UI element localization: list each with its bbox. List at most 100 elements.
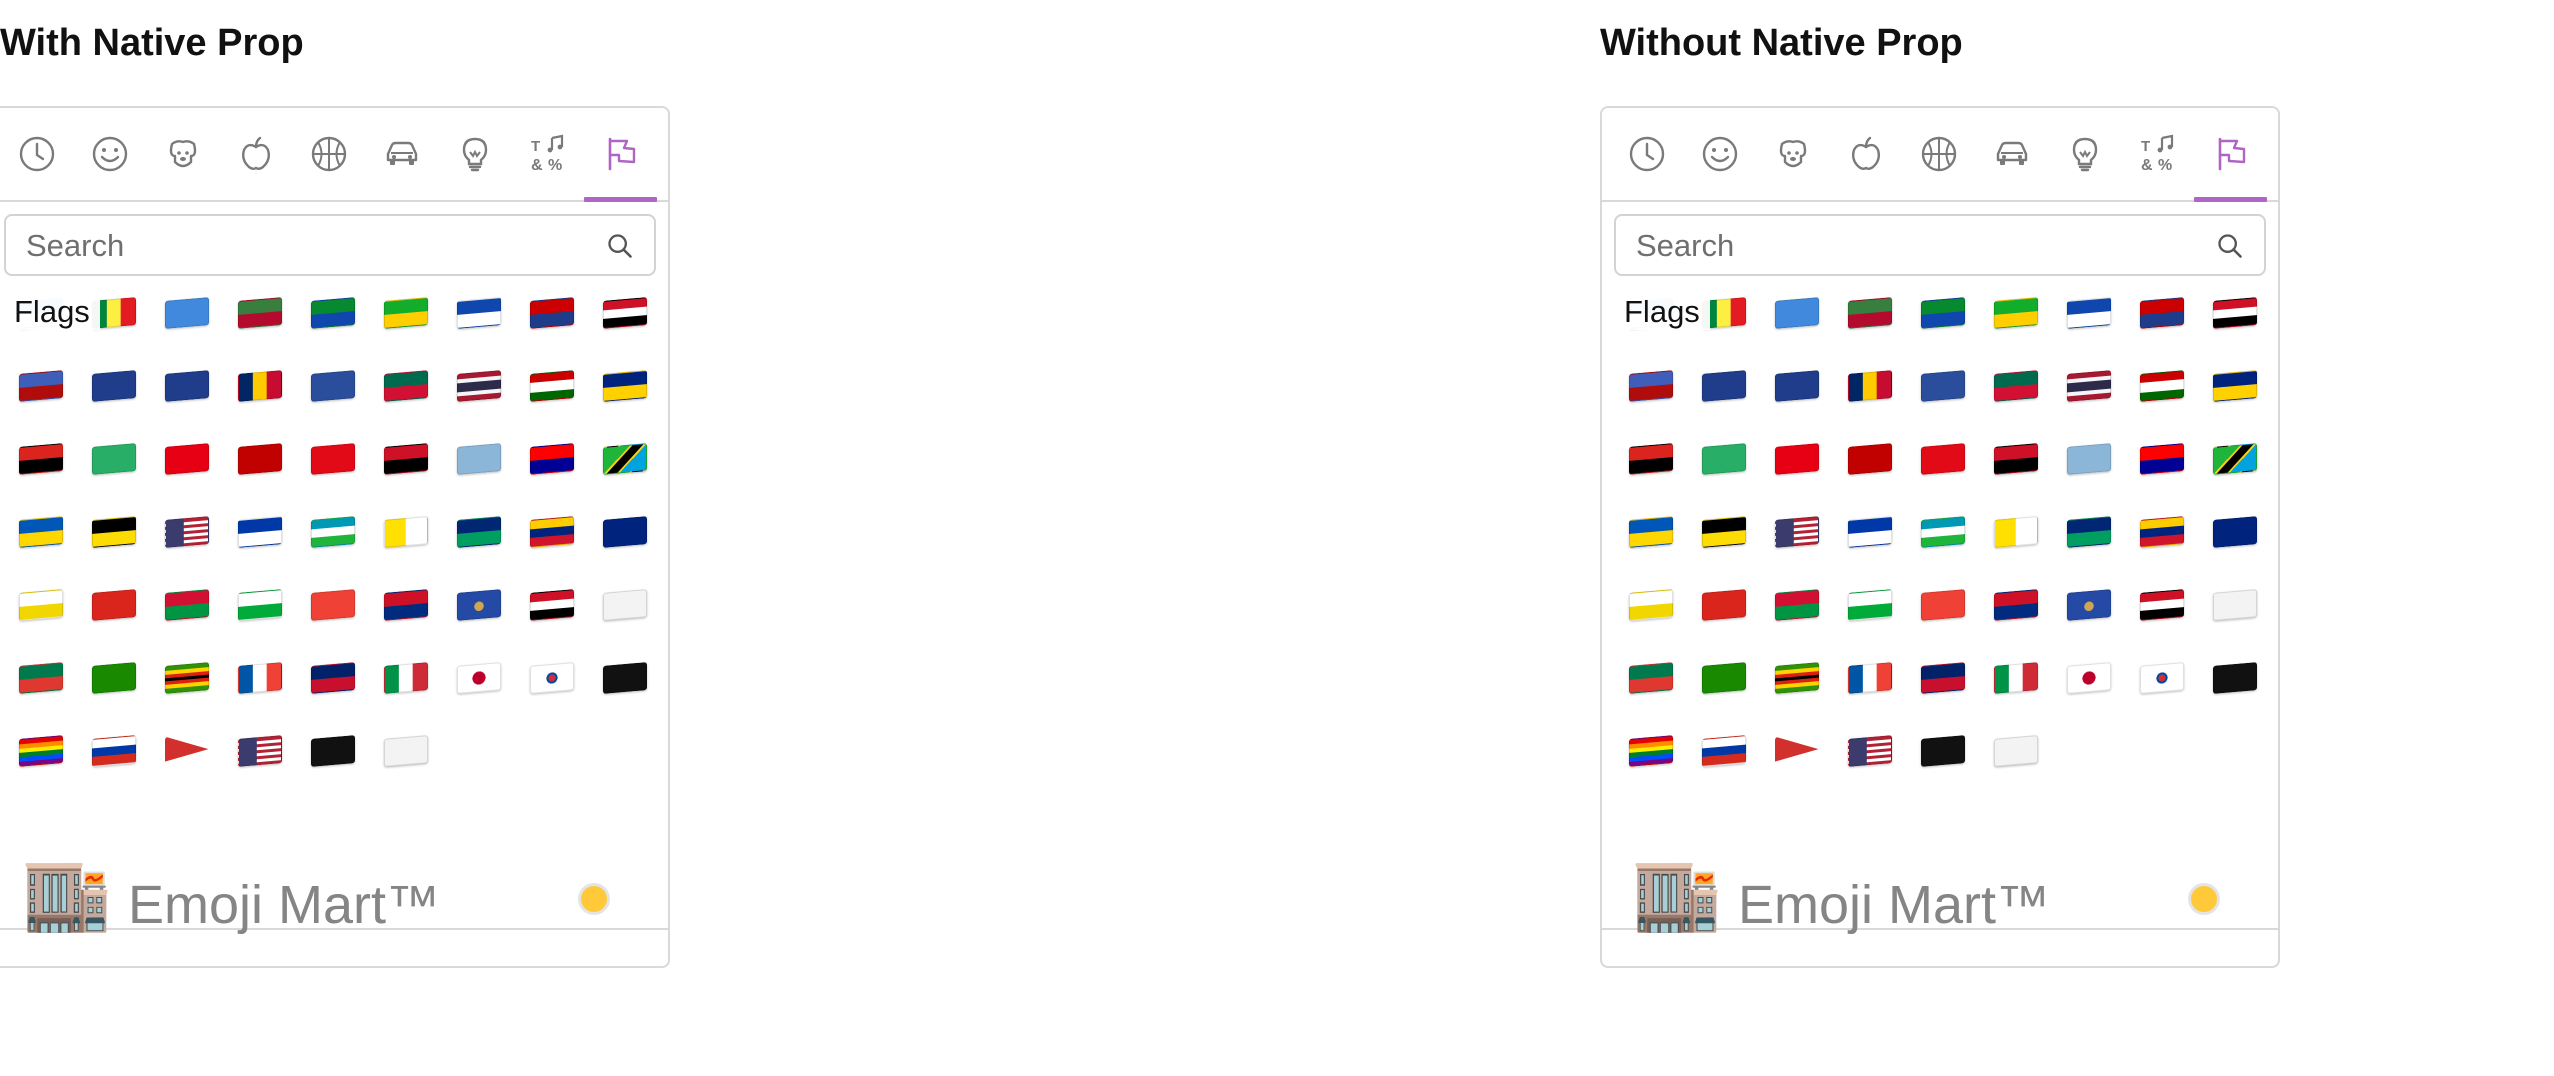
emoji-flag[interactable]: [150, 349, 223, 422]
emoji-flag[interactable]: [442, 495, 515, 568]
anchor-symbols[interactable]: T &%: [511, 108, 584, 200]
emoji-flag[interactable]: [1906, 714, 1979, 787]
emoji-flag[interactable]: [1833, 422, 1906, 495]
emoji-flag[interactable]: [1614, 568, 1687, 641]
emoji-flag[interactable]: [1687, 495, 1760, 568]
emoji-flag[interactable]: [2052, 568, 2125, 641]
emoji-flag[interactable]: [515, 495, 588, 568]
emoji-flag[interactable]: [1979, 714, 2052, 787]
emoji-flag[interactable]: [77, 495, 150, 568]
emoji-flag[interactable]: [4, 641, 77, 714]
anchor-recent[interactable]: [0, 108, 73, 200]
emoji-flag[interactable]: [2125, 288, 2198, 349]
emoji-flag[interactable]: [1979, 495, 2052, 568]
anchor-activity[interactable]: [1902, 108, 1975, 200]
emoji-flag[interactable]: [296, 422, 369, 495]
emoji-flag[interactable]: [588, 495, 661, 568]
anchor-places[interactable]: [365, 108, 438, 200]
emoji-flag[interactable]: [1833, 288, 1906, 349]
emoji-flag[interactable]: [1979, 641, 2052, 714]
emoji-flag[interactable]: [223, 641, 296, 714]
emoji-flag[interactable]: [1760, 495, 1833, 568]
emoji-flag[interactable]: [2052, 349, 2125, 422]
anchor-foods[interactable]: [219, 108, 292, 200]
emoji-flag[interactable]: [150, 714, 223, 787]
emoji-flag[interactable]: [2125, 495, 2198, 568]
emoji-flag[interactable]: [369, 495, 442, 568]
emoji-flag[interactable]: [1979, 568, 2052, 641]
emoji-flag[interactable]: [1833, 568, 1906, 641]
skin-tone-button[interactable]: [2188, 883, 2220, 915]
emoji-flag[interactable]: [2125, 349, 2198, 422]
emoji-flag[interactable]: [1614, 714, 1687, 787]
emoji-flag[interactable]: [1614, 349, 1687, 422]
emoji-flag[interactable]: [1687, 641, 1760, 714]
emoji-flag[interactable]: [588, 641, 661, 714]
emoji-flag[interactable]: [2052, 422, 2125, 495]
emoji-flag[interactable]: [296, 714, 369, 787]
emoji-flag[interactable]: [1906, 349, 1979, 422]
emoji-flag[interactable]: [2198, 641, 2271, 714]
anchor-recent[interactable]: [1610, 108, 1683, 200]
emoji-flag[interactable]: [296, 349, 369, 422]
emoji-flag[interactable]: [4, 714, 77, 787]
emoji-flag[interactable]: [1833, 714, 1906, 787]
emoji-flag[interactable]: [1906, 568, 1979, 641]
emoji-flag[interactable]: [150, 495, 223, 568]
emoji-flag[interactable]: [1906, 641, 1979, 714]
emoji-flag[interactable]: [442, 349, 515, 422]
emoji-flag[interactable]: [1979, 422, 2052, 495]
emoji-flag[interactable]: [442, 641, 515, 714]
emoji-flag[interactable]: [2198, 288, 2271, 349]
emoji-flag[interactable]: [1906, 422, 1979, 495]
emoji-flag[interactable]: [2198, 422, 2271, 495]
emoji-flag[interactable]: [1687, 349, 1760, 422]
emoji-flag[interactable]: [588, 422, 661, 495]
emoji-flag[interactable]: [369, 714, 442, 787]
emoji-flag[interactable]: [442, 568, 515, 641]
emoji-flag[interactable]: [223, 422, 296, 495]
anchor-objects[interactable]: [2048, 108, 2121, 200]
emoji-flag[interactable]: [515, 349, 588, 422]
emoji-flag[interactable]: [77, 641, 150, 714]
emoji-flag[interactable]: [2198, 495, 2271, 568]
emoji-flag[interactable]: [588, 349, 661, 422]
emoji-flag[interactable]: [515, 288, 588, 349]
emoji-flag[interactable]: [1833, 495, 1906, 568]
emoji-flag[interactable]: [515, 641, 588, 714]
emoji-flag[interactable]: [296, 641, 369, 714]
emoji-flag[interactable]: [588, 568, 661, 641]
anchor-people[interactable]: [1683, 108, 1756, 200]
emoji-flag[interactable]: [4, 422, 77, 495]
emoji-flag[interactable]: [4, 349, 77, 422]
emoji-flag[interactable]: [369, 349, 442, 422]
skin-tone-button[interactable]: [578, 883, 610, 915]
emoji-flag[interactable]: [77, 349, 150, 422]
emoji-flag[interactable]: [1614, 641, 1687, 714]
emoji-flag[interactable]: [1979, 288, 2052, 349]
emoji-flag[interactable]: [2052, 495, 2125, 568]
emoji-flag[interactable]: [223, 714, 296, 787]
emoji-flag[interactable]: [223, 495, 296, 568]
emoji-flag[interactable]: [442, 288, 515, 349]
emoji-flag[interactable]: [296, 495, 369, 568]
emoji-flag[interactable]: [369, 568, 442, 641]
emoji-flag[interactable]: [442, 422, 515, 495]
emoji-flag[interactable]: [1906, 288, 1979, 349]
emoji-flag[interactable]: [1833, 349, 1906, 422]
emoji-flag[interactable]: [223, 568, 296, 641]
emoji-flag[interactable]: [296, 568, 369, 641]
emoji-flag[interactable]: [223, 349, 296, 422]
emoji-flag[interactable]: [150, 288, 223, 349]
emoji-flag[interactable]: [1614, 495, 1687, 568]
emoji-flag[interactable]: [150, 568, 223, 641]
emoji-flag[interactable]: [2198, 568, 2271, 641]
search-input[interactable]: [1636, 228, 2196, 264]
emoji-flag[interactable]: [1614, 422, 1687, 495]
emoji-flag[interactable]: [4, 568, 77, 641]
emoji-flag[interactable]: [77, 714, 150, 787]
anchor-objects[interactable]: [438, 108, 511, 200]
emoji-flag[interactable]: [150, 641, 223, 714]
emoji-flag[interactable]: [1687, 714, 1760, 787]
emoji-flag[interactable]: [2125, 568, 2198, 641]
